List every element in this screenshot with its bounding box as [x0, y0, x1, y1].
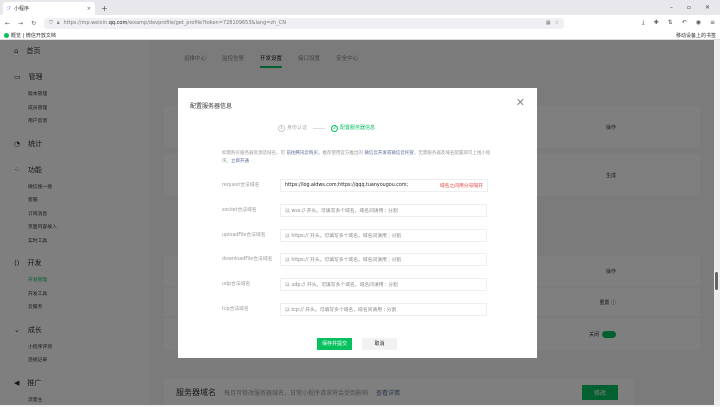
stepper: 1身份认证 2配置服务器信息: [278, 124, 375, 132]
bookmarks-bar: 概览 | 微信开放文档 移动设备上的书签: [0, 31, 720, 40]
field-label: udp合法域名: [222, 278, 280, 288]
maximize-button[interactable]: ▫: [687, 4, 691, 11]
request-domain-input[interactable]: https://log.aldws.com;https://qqq.tuanyo…: [280, 179, 488, 192]
app-icon: ℱ: [7, 6, 11, 12]
download-domain-input[interactable]: 以 https:// 开头。可填写多个域名，域名间请用 ; 分割: [280, 253, 487, 266]
upload-domain-input[interactable]: 以 https:// 开头。可填写多个域名，域名间请用 ; 分割: [280, 229, 487, 242]
instructions: 如需购买服务器资源及域名，可 前往腾讯云购买。推荐使用官方推出的 微信云开发或微…: [222, 150, 492, 166]
cloud-dev-link[interactable]: 微信云开发或微信云托管: [364, 151, 414, 156]
close-window-button[interactable]: ✕: [705, 4, 710, 11]
browser-tabbar: ℱ小程序× + – ▫ ✕: [0, 0, 720, 15]
field-label: uploadFile合法域名: [222, 229, 280, 239]
menu-icon[interactable]: ≡: [710, 19, 715, 27]
udp-domain-row: udp合法域名以 udp:// 开头。可填写多个域名，域名间请用 ; 分割: [222, 278, 487, 291]
star-icon[interactable]: ☆: [555, 20, 559, 26]
forward-icon[interactable]: →: [18, 20, 23, 27]
url-text: https://mp.weixin.qq.com/wxamp/devprofil…: [64, 20, 286, 26]
undo-icon[interactable]: ↶: [682, 19, 687, 27]
new-tab-button[interactable]: +: [101, 4, 108, 13]
shield-icon: ⛉: [49, 20, 53, 26]
step-1: 1身份认证: [278, 124, 307, 132]
request-domain-row: request合法域名https://log.aldws.com;https:/…: [222, 179, 488, 192]
reload-icon[interactable]: ↻: [31, 20, 36, 27]
address-bar-row: ← → ↻ ⛉ 🔒︎ https://mp.weixin.qq.com/wxamp/de…: [0, 15, 720, 31]
field-label: downloadFile合法域名: [222, 253, 280, 263]
field-label: socket合法域名: [222, 204, 280, 214]
download-icon[interactable]: ⤓: [642, 19, 645, 27]
reader-icon[interactable]: ▦: [546, 20, 551, 26]
cancel-button[interactable]: 取消: [362, 338, 397, 350]
download-domain-row: downloadFile合法域名以 https:// 开头。可填写多个域名，域名…: [222, 253, 487, 266]
lock-icon: 🔒︎: [57, 20, 60, 26]
close-icon[interactable]: ✕: [516, 96, 525, 109]
field-label: tcp合法域名: [222, 303, 280, 313]
minimize-button[interactable]: –: [670, 4, 673, 11]
bookmark-item[interactable]: 概览 | 微信开放文档: [11, 32, 56, 39]
upload-domain-row: uploadFile合法域名以 https:// 开头。可填写多个域名，域名间请…: [222, 229, 487, 242]
account-icon[interactable]: ◉: [696, 19, 701, 27]
extension-icon[interactable]: ✚: [654, 19, 659, 27]
tcp-domain-input[interactable]: 以 tcp:// 开头。可填写多个域名，域名间请用 ; 分割: [280, 303, 487, 316]
back-icon[interactable]: ←: [5, 20, 10, 27]
mobile-bookmarks[interactable]: 移动设备上的书签: [676, 32, 716, 39]
tcp-domain-row: tcp合法域名以 tcp:// 开头。可填写多个域名，域名间请用 ; 分割: [222, 303, 487, 316]
url-input[interactable]: ⛉ 🔒︎ https://mp.weixin.qq.com/wxamp/devpro…: [44, 18, 564, 29]
save-submit-button[interactable]: 保存并提交: [317, 338, 352, 350]
config-server-dialog: 配置服务器信息 ✕ 1身份认证 2配置服务器信息 如需购买服务器资源及域名，可 …: [178, 88, 537, 358]
scrollbar[interactable]: [714, 40, 720, 405]
sync-icon[interactable]: ⇅: [668, 19, 673, 27]
step-2: 2配置服务器信息: [331, 124, 375, 132]
error-hint: 域名之间用分号隔开: [434, 182, 483, 189]
close-tab-icon[interactable]: ×: [87, 6, 91, 12]
socket-domain-row: socket合法域名以 wss:// 开头。可填写多个域名，域名间请用 ; 分割: [222, 204, 487, 217]
open-now-link[interactable]: 立即开通: [231, 159, 249, 164]
dialog-title: 配置服务器信息: [190, 101, 232, 110]
scrollbar-thumb[interactable]: [715, 272, 718, 290]
udp-domain-input[interactable]: 以 udp:// 开头。可填写多个域名，域名间请用 ; 分割: [280, 278, 487, 291]
socket-domain-input[interactable]: 以 wss:// 开头。可填写多个域名，域名间请用 ; 分割: [280, 204, 487, 217]
field-label: request合法域名: [222, 179, 280, 189]
browser-tab[interactable]: ℱ小程序×: [3, 2, 95, 15]
tencent-cloud-link[interactable]: 前往腾讯云购买: [286, 151, 318, 156]
bookmark-icon: [4, 33, 9, 38]
